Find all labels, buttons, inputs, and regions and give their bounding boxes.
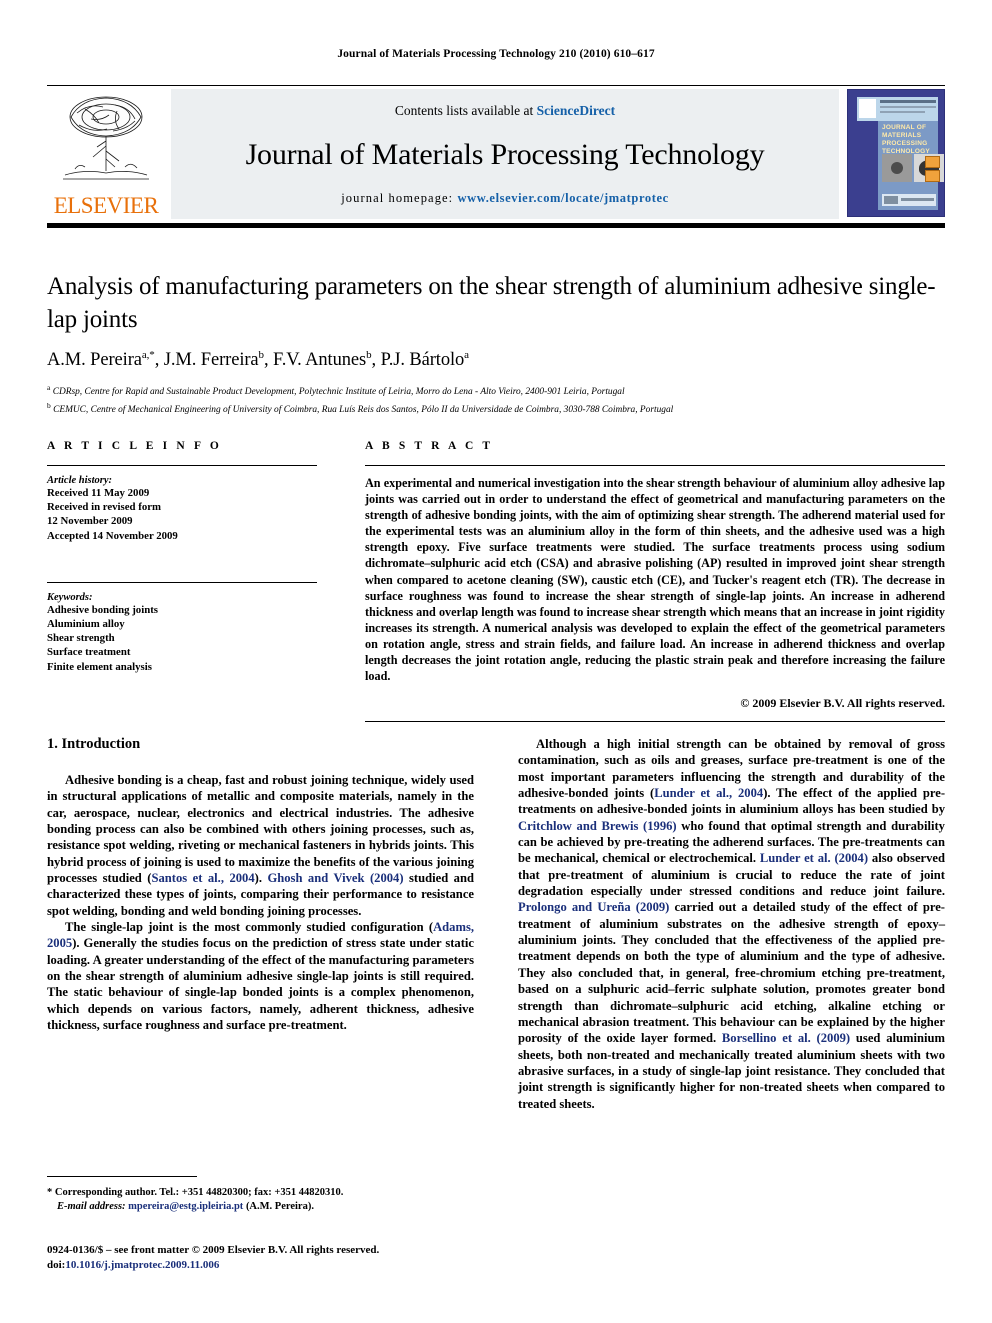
abstract-rule — [365, 465, 945, 466]
keyword-item: Shear strength — [47, 632, 115, 645]
masthead-top-rule — [47, 85, 945, 86]
paragraph: Although a high initial strength can be … — [518, 736, 945, 1112]
doi-line: doi:10.1016/j.jmatprotec.2009.11.006 — [47, 1258, 517, 1273]
keyword-item: Finite element analysis — [47, 660, 152, 673]
article-history-list: Received 11 May 2009 Received in revised… — [47, 486, 317, 543]
title-block: Analysis of manufacturing parameters on … — [47, 270, 945, 417]
elsevier-tree-icon — [63, 96, 149, 180]
article-info-rule — [47, 465, 317, 466]
body-columns: 1. Introduction Adhesive bonding is a ch… — [47, 736, 945, 1112]
history-item: Accepted 14 November 2009 — [47, 529, 178, 542]
running-head: Journal of Materials Processing Technolo… — [337, 48, 655, 60]
abstract-column: A B S T R A C T An experimental and nume… — [365, 440, 945, 723]
citation-link[interactable]: Prolongo and Ureña (2009) — [518, 900, 669, 914]
doi-label: doi: — [47, 1259, 66, 1271]
author-list: A.M. Pereiraa,*, J.M. Ferreirab, F.V. An… — [47, 349, 469, 371]
cover-elsevier-mark — [859, 99, 876, 118]
article-page: Journal of Materials Processing Technolo… — [0, 0, 992, 1323]
contents-prefix: Contents lists available at — [394, 103, 534, 118]
masthead-bottom-rule — [47, 223, 945, 228]
citation-link[interactable]: Critchlow and Brewis (1996) — [518, 819, 677, 833]
citation-link[interactable]: Borsellino et al. (2009) — [722, 1031, 850, 1045]
section-heading-introduction: 1. Introduction — [47, 736, 141, 752]
footnote-rule — [47, 1176, 197, 1177]
issn-copyright-block: 0924-0136/$ – see front matter © 2009 El… — [47, 1243, 517, 1273]
article-info-column: A R T I C L E I N F O Article history: R… — [47, 440, 317, 722]
paragraph-text: ). — [254, 871, 268, 886]
paragraph: The single-lap joint is the most commonl… — [47, 919, 474, 1033]
abstract-bottom-rule — [365, 721, 945, 723]
corresponding-author-text: * Corresponding author. Tel.: +351 44820… — [47, 1187, 344, 1198]
cover-image-micrograph — [882, 154, 912, 182]
cover-journal-title: JOURNAL OF MATERIALS PROCESSING TECHNOLO… — [882, 124, 930, 155]
history-item: Received 11 May 2009 — [47, 487, 150, 499]
paragraph-text: The single-lap joint is the most commonl… — [65, 920, 434, 935]
sciencedirect-link[interactable]: ScienceDirect — [537, 103, 615, 118]
affiliation-b-text: CEMUC, Centre of Mechanical Engineering … — [53, 405, 674, 416]
affiliations: a CDRsp, Centre for Rapid and Sustainabl… — [47, 381, 945, 417]
keyword-item: Adhesive bonding joints — [47, 603, 159, 616]
paragraph: Adhesive bonding is a cheap, fast and ro… — [47, 772, 474, 919]
cover-header-line-3 — [880, 111, 925, 113]
cover-footer-band — [882, 194, 936, 206]
affiliation-b: b CEMUC, Centre of Mechanical Engineerin… — [47, 401, 674, 416]
masthead-center: Contents lists available at ScienceDirec… — [171, 89, 839, 219]
citation-link[interactable]: Lunder et al., 2004 — [654, 786, 763, 800]
abstract-text: An experimental and numerical investigat… — [365, 476, 945, 684]
cover-image-part-top — [925, 156, 940, 168]
email-suffix: (A.M. Pereira). — [245, 1200, 314, 1212]
doi-link[interactable]: 10.1016/j.jmatprotec.2009.11.006 — [65, 1259, 219, 1271]
page-title: Analysis of manufacturing parameters on … — [47, 273, 936, 333]
abstract-heading: A B S T R A C T — [365, 440, 494, 452]
info-abstract-row: A R T I C L E I N F O Article history: R… — [47, 440, 945, 723]
keywords-rule — [47, 581, 317, 583]
elsevier-wordmark: ELSEVIER — [53, 193, 159, 218]
affiliation-a: a CDRsp, Centre for Rapid and Sustainabl… — [47, 383, 625, 398]
homepage-prefix: journal homepage: — [341, 191, 454, 205]
journal-title: Journal of Materials Processing Technolo… — [245, 138, 765, 171]
citation-link[interactable]: Lunder et al. (2004) — [760, 851, 868, 865]
history-item: 12 November 2009 — [47, 515, 133, 528]
journal-masthead: ELSEVIER Contents lists available at Sci… — [47, 85, 945, 228]
keyword-item: Surface treatment — [47, 646, 131, 659]
cover-image-part-bottom — [925, 170, 940, 182]
article-history-label: Article history: — [47, 475, 113, 486]
keywords-list: Adhesive bonding joints Aluminium alloy … — [47, 603, 317, 674]
cover-header-line-2 — [880, 106, 936, 108]
body-column-left: 1. Introduction Adhesive bonding is a ch… — [47, 736, 474, 1112]
affiliation-a-text: CDRsp, Centre for Rapid and Sustainable … — [52, 387, 625, 398]
corresponding-author-note: * Corresponding author. Tel.: +351 44820… — [47, 1186, 474, 1213]
homepage-link[interactable]: www.elsevier.com/locate/jmatprotec — [458, 191, 669, 205]
email-link[interactable]: mpereira@estg.ipleiria.pt — [128, 1201, 243, 1212]
history-item: Received in revised form — [47, 501, 162, 514]
paragraph-text: Adhesive bonding is a cheap, fast and ro… — [47, 773, 474, 886]
journal-homepage-line: journal homepage: www.elsevier.com/locat… — [341, 191, 669, 206]
citation-link[interactable]: Santos et al., 2004 — [151, 871, 254, 885]
body-column-right: Although a high initial strength can be … — [518, 736, 945, 1112]
keyword-item: Aluminium alloy — [47, 618, 125, 631]
email-label: E-mail address: — [57, 1200, 126, 1212]
footnote-area: * Corresponding author. Tel.: +351 44820… — [47, 1176, 474, 1213]
paragraph-text: carried out a detailed study of the effe… — [518, 900, 945, 1046]
cover-header-line-1 — [880, 100, 936, 103]
keywords-label: Keywords: — [47, 591, 93, 603]
email-line: E-mail address: mpereira@estg.ipleiria.p… — [47, 1200, 474, 1214]
article-info-heading: A R T I C L E I N F O — [47, 440, 222, 452]
contents-available-line: Contents lists available at ScienceDirec… — [395, 103, 615, 119]
citation-link[interactable]: Ghosh and Vivek (2004) — [267, 871, 403, 885]
elsevier-logo: ELSEVIER — [47, 89, 165, 219]
paragraph-text: ). Generally the studies focus on the pr… — [47, 936, 474, 1033]
issn-line: 0924-0136/$ – see front matter © 2009 El… — [47, 1244, 380, 1256]
journal-cover-thumbnail: JOURNAL OF MATERIALS PROCESSING TECHNOLO… — [847, 89, 945, 217]
abstract-copyright: © 2009 Elsevier B.V. All rights reserved… — [740, 696, 945, 711]
